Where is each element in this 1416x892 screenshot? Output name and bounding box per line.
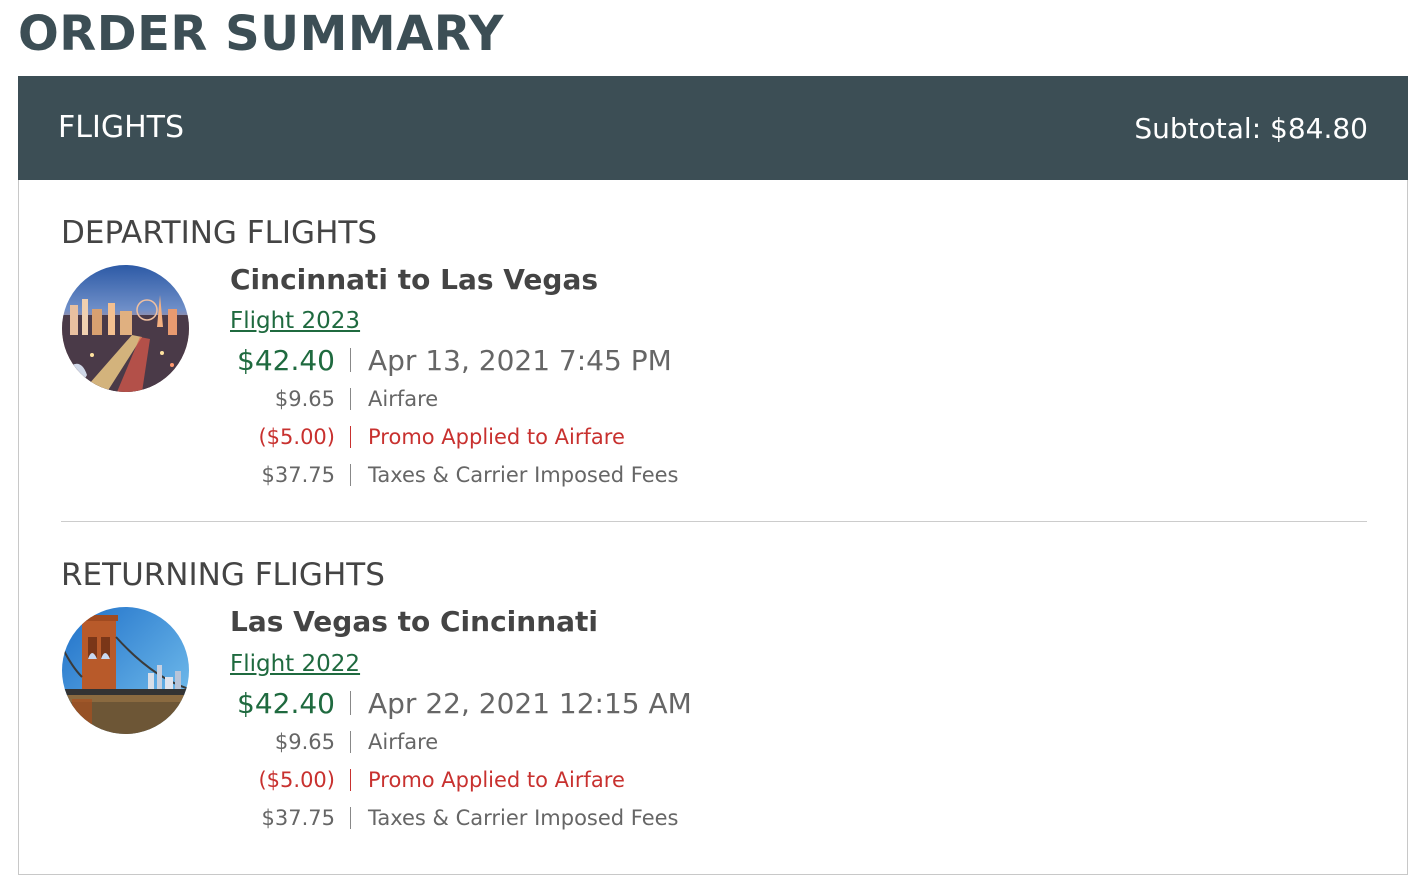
returning-price-row: $42.40 Apr 22, 2021 12:15 AM <box>19 685 1019 721</box>
returning-taxes-row: $37.75 Taxes & Carrier Imposed Fees <box>19 804 1019 834</box>
promo-label: Promo Applied to Airfare <box>368 768 625 792</box>
page-title: ORDER SUMMARY <box>18 6 504 62</box>
departing-taxes-row: $37.75 Taxes & Carrier Imposed Fees <box>19 461 1019 491</box>
flights-panel: FLIGHTS Subtotal: $84.80 DEPARTING FLIGH… <box>18 76 1408 875</box>
separator <box>350 807 351 829</box>
promo-label: Promo Applied to Airfare <box>368 425 625 449</box>
returning-total-price: $42.40 <box>237 687 335 720</box>
flights-subtotal: Subtotal: $84.80 <box>1134 112 1368 145</box>
returning-datetime: Apr 22, 2021 12:15 AM <box>368 687 692 720</box>
promo-amount: ($5.00) <box>258 768 335 792</box>
flights-header: FLIGHTS Subtotal: $84.80 <box>18 76 1408 180</box>
departing-price-row: $42.40 Apr 13, 2021 7:45 PM <box>19 342 1019 378</box>
departing-section-title: DEPARTING FLIGHTS <box>61 215 377 251</box>
promo-amount: ($5.00) <box>258 425 335 449</box>
taxes-amount: $37.75 <box>261 463 335 487</box>
airfare-label: Airfare <box>368 387 439 411</box>
separator <box>350 464 351 486</box>
airfare-amount: $9.65 <box>274 730 335 754</box>
separator <box>350 426 351 448</box>
returning-route: Las Vegas to Cincinnati <box>230 605 599 638</box>
taxes-amount: $37.75 <box>261 806 335 830</box>
separator <box>350 348 351 372</box>
departing-flight-link[interactable]: Flight 2023 <box>230 307 360 335</box>
taxes-label: Taxes & Carrier Imposed Fees <box>368 806 679 830</box>
departing-promo-row: ($5.00) Promo Applied to Airfare <box>19 423 1019 453</box>
section-divider <box>61 521 1367 522</box>
airfare-label: Airfare <box>368 730 439 754</box>
taxes-label: Taxes & Carrier Imposed Fees <box>368 463 679 487</box>
returning-flight-link[interactable]: Flight 2022 <box>230 650 360 678</box>
separator <box>350 388 351 410</box>
returning-promo-row: ($5.00) Promo Applied to Airfare <box>19 766 1019 796</box>
flights-header-title: FLIGHTS <box>58 110 184 145</box>
departing-airfare-row: $9.65 Airfare <box>19 385 1019 415</box>
separator <box>350 691 351 715</box>
returning-section-title: RETURNING FLIGHTS <box>61 557 385 593</box>
returning-airfare-row: $9.65 Airfare <box>19 728 1019 758</box>
separator <box>350 731 351 753</box>
departing-total-price: $42.40 <box>237 344 335 377</box>
departing-route: Cincinnati to Las Vegas <box>230 263 599 296</box>
airfare-amount: $9.65 <box>274 387 335 411</box>
departing-datetime: Apr 13, 2021 7:45 PM <box>368 344 672 377</box>
separator <box>350 769 351 791</box>
